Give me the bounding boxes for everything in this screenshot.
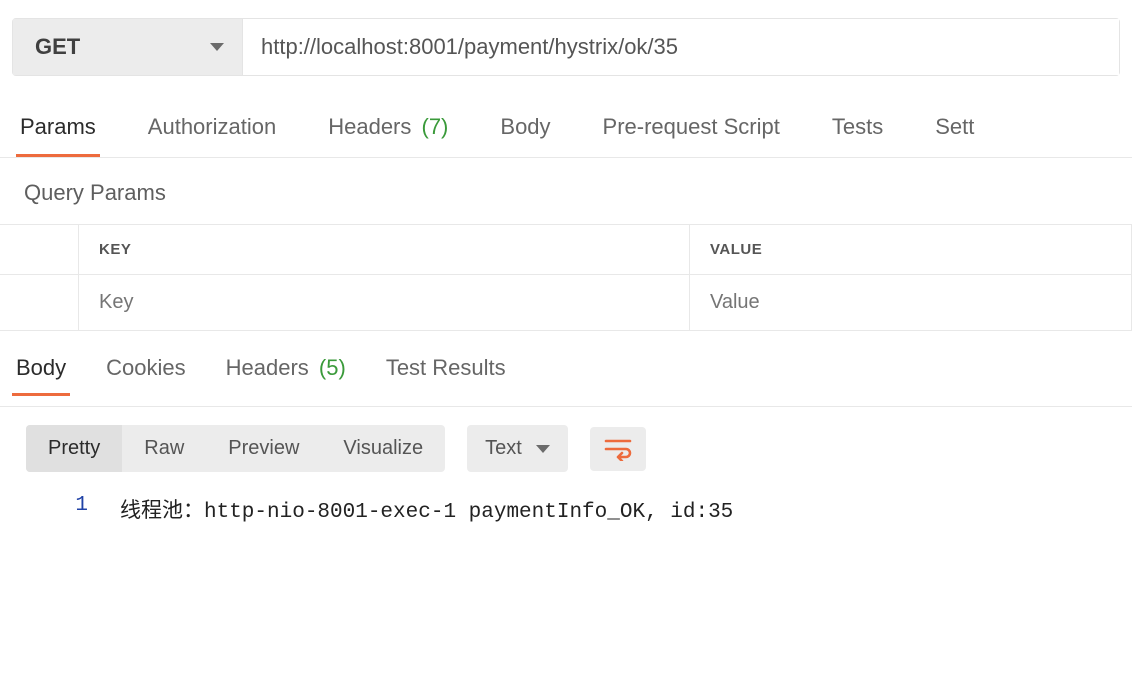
url-input[interactable] (243, 19, 1119, 75)
request-bar: GET (12, 18, 1120, 76)
response-body: 1 线程池：http-nio-8001-exec-1 paymentInfo_O… (0, 486, 1132, 524)
query-params-title: Query Params (0, 158, 1132, 224)
view-visualize-button[interactable]: Visualize (321, 425, 445, 472)
view-preview-button[interactable]: Preview (206, 425, 321, 472)
resp-tab-test-results[interactable]: Test Results (382, 355, 510, 396)
response-tabs: Body Cookies Headers (5) Test Results (0, 331, 1132, 407)
wrap-lines-button[interactable] (590, 427, 646, 471)
headers-count-badge: (7) (422, 114, 449, 139)
tab-tests[interactable]: Tests (828, 114, 887, 157)
param-value-input[interactable] (710, 291, 1111, 314)
http-method-dropdown[interactable]: GET (13, 19, 243, 75)
response-language-dropdown[interactable]: Text (467, 425, 568, 472)
response-text[interactable]: 线程池：http-nio-8001-exec-1 paymentInfo_OK,… (120, 494, 1132, 524)
response-language-label: Text (485, 437, 522, 460)
http-method-label: GET (35, 34, 80, 60)
response-toolbar: Pretty Raw Preview Visualize Text (0, 407, 1132, 486)
tab-params[interactable]: Params (16, 114, 100, 157)
query-params-table: KEY VALUE (0, 224, 1132, 331)
param-key-input[interactable] (99, 291, 669, 314)
line-number: 1 (0, 494, 120, 524)
tab-body[interactable]: Body (496, 114, 554, 157)
column-header-value: VALUE (690, 225, 1132, 274)
table-header-row: KEY VALUE (0, 225, 1132, 275)
wrap-icon (604, 437, 632, 461)
resp-headers-count-badge: (5) (319, 355, 346, 380)
request-tabs: Params Authorization Headers (7) Body Pr… (0, 114, 1132, 158)
resp-tab-body[interactable]: Body (12, 355, 70, 396)
tab-headers[interactable]: Headers (7) (324, 114, 452, 157)
tab-authorization[interactable]: Authorization (144, 114, 280, 157)
chevron-down-icon (536, 445, 550, 453)
view-pretty-button[interactable]: Pretty (26, 425, 122, 472)
table-row (0, 275, 1132, 331)
view-mode-bar: Pretty Raw Preview Visualize (26, 425, 445, 472)
tab-prerequest-script[interactable]: Pre-request Script (599, 114, 784, 157)
tab-settings[interactable]: Sett (931, 114, 978, 157)
resp-tab-headers-label: Headers (226, 355, 309, 380)
resp-tab-headers[interactable]: Headers (5) (222, 355, 350, 396)
resp-tab-cookies[interactable]: Cookies (102, 355, 189, 396)
tab-headers-label: Headers (328, 114, 411, 139)
column-header-key: KEY (78, 225, 690, 274)
chevron-down-icon (210, 43, 224, 51)
view-raw-button[interactable]: Raw (122, 425, 206, 472)
